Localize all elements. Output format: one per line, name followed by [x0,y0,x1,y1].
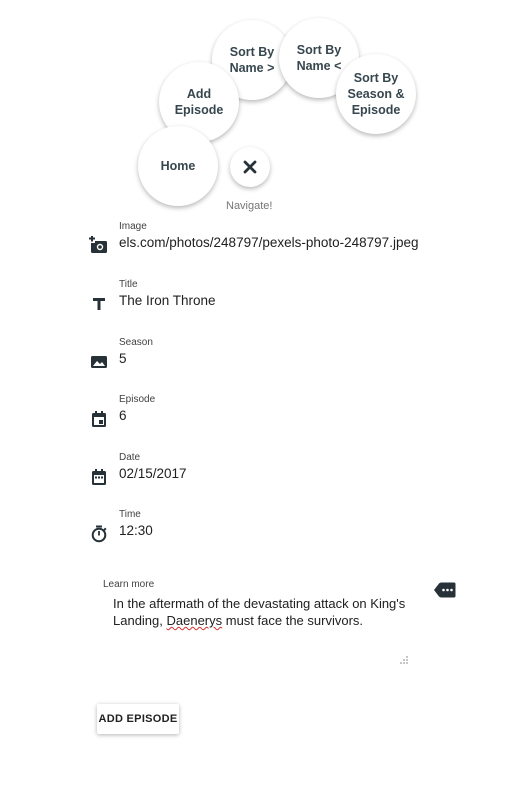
title-field: Title The Iron Throne [88,279,428,315]
episode-label: Episode [119,394,156,405]
sort-by-season-episode-button[interactable]: Sort By Season & Episode [336,54,416,134]
calendar-icon [88,466,110,488]
add-episode-nav-label: Add Episode [174,87,224,117]
add-photo-icon [88,235,110,257]
time-input[interactable]: 12:30 [119,523,153,538]
season-input[interactable]: 5 [119,351,127,366]
episode-input[interactable]: 6 [119,408,127,423]
date-input[interactable]: 02/15/2017 [119,466,187,481]
close-icon [243,160,257,174]
description-field: Learn more In the aftermath of the devas… [103,579,423,669]
title-label: Title [119,279,138,290]
description-label: Learn more [103,579,155,590]
image-label: Image [119,221,147,232]
close-nav-button[interactable] [230,147,270,187]
season-label: Season [119,337,153,348]
season-field: Season 5 [88,337,428,373]
home-button[interactable]: Home [138,126,218,206]
comment-icon[interactable] [434,582,456,598]
time-label: Time [119,509,141,520]
image-icon [88,351,110,373]
episode-field: Episode 6 [88,394,428,430]
date-label: Date [119,452,141,463]
timer-icon [88,523,110,545]
date-field: Date 02/15/2017 [88,452,428,488]
sort-by-season-episode-label: Sort By Season & Episode [347,71,405,117]
navigate-label: Navigate! [226,200,273,212]
misspelled-word: Daenerys [166,613,223,628]
time-field: Time 12:30 [88,509,428,545]
description-textarea[interactable]: In the aftermath of the devastating atta… [113,595,413,629]
event-icon [88,408,110,430]
home-label: Home [160,159,196,173]
title-icon [88,293,110,315]
description-text-end: must face the survivors. [222,613,364,628]
add-episode-button[interactable]: ADD EPISODE [97,704,179,734]
sort-by-name-asc-label: Sort By Name > [229,45,275,75]
resize-handle-icon[interactable] [399,655,409,665]
title-input[interactable]: The Iron Throne [119,293,216,308]
image-url-input[interactable]: els.com/photos/248797/pexels-photo-24879… [119,235,418,250]
image-field: Image els.com/photos/248797/pexels-photo… [88,221,428,257]
add-episode-button-label: ADD EPISODE [98,713,178,725]
